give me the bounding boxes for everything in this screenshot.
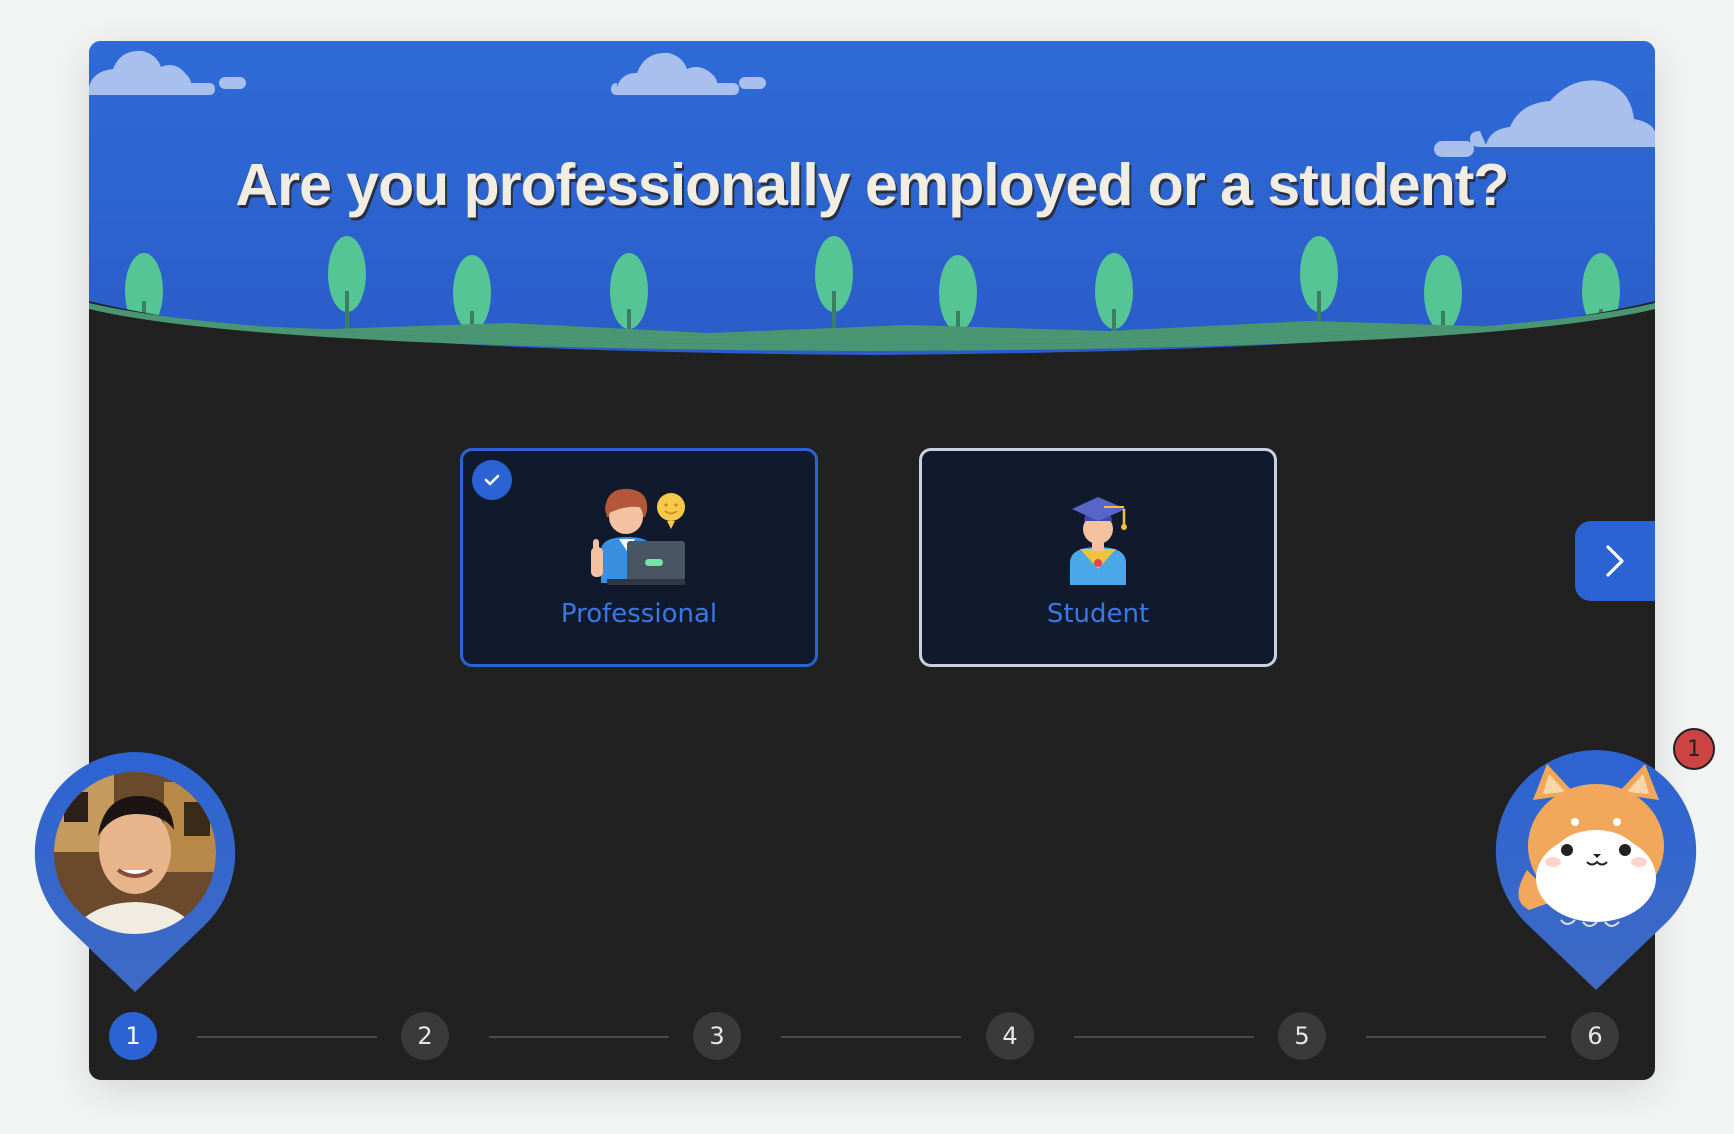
option-professional[interactable]: Professional [460,448,818,667]
hero-banner: Are you professionally employed or a stu… [89,41,1655,361]
option-label: Professional [560,599,718,629]
step-connector [1074,1036,1254,1038]
progress-stepper: 1 2 3 4 5 6 [0,1012,1734,1060]
onboarding-card: Are you professionally employed or a stu… [89,41,1655,1080]
shiba-mascot-icon [1495,750,1697,990]
user-avatar-pin[interactable] [34,752,236,997]
step-connector [1366,1036,1546,1038]
step-connector [489,1036,669,1038]
professional-illustration-icon [591,488,685,585]
option-label: Student [1046,599,1150,629]
avatar [34,752,236,992]
step-2[interactable]: 2 [401,1012,449,1060]
step-5[interactable]: 5 [1278,1012,1326,1060]
chevron-right-icon [1606,545,1624,577]
step-3[interactable]: 3 [693,1012,741,1060]
checkmark-icon [472,460,512,500]
notification-badge[interactable]: 1 [1673,728,1715,770]
step-connector [781,1036,961,1038]
step-4[interactable]: 4 [986,1012,1034,1060]
step-6[interactable]: 6 [1571,1012,1619,1060]
graduate-illustration-icon [1070,497,1127,585]
next-button[interactable] [1575,521,1655,601]
cloud-icon [89,50,1655,157]
step-1[interactable]: 1 [109,1012,157,1060]
mascot-pin[interactable] [1495,750,1697,995]
step-connector [197,1036,377,1038]
option-student[interactable]: Student [919,448,1277,667]
question-title: Are you professionally employed or a stu… [235,152,1510,218]
